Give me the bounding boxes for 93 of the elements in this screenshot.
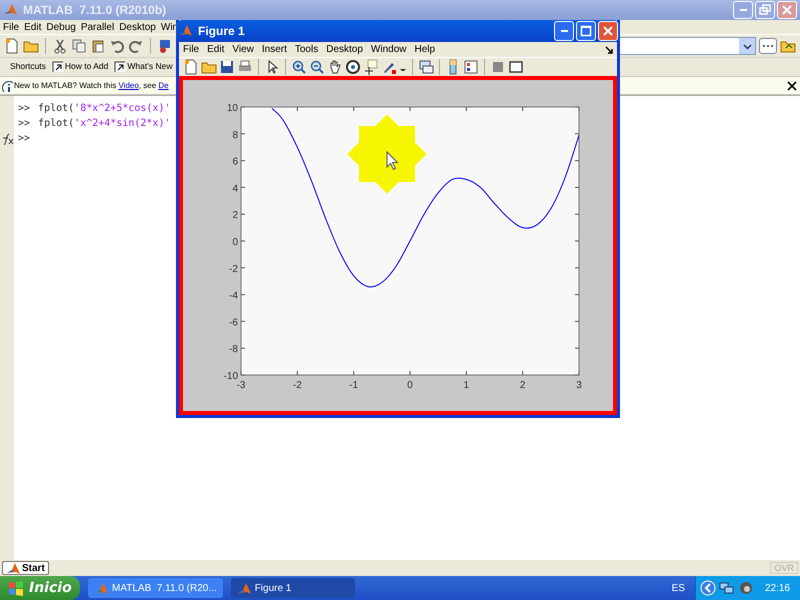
x-tick-label: 3 bbox=[576, 380, 582, 391]
window-title: MATLAB 7.11.0 (R2010b) bbox=[23, 3, 166, 17]
matlab-logo-icon bbox=[6, 561, 20, 575]
y-tick-label: -10 bbox=[224, 371, 238, 382]
menu-item[interactable]: Window bbox=[370, 44, 406, 55]
y-tick-label: 8 bbox=[232, 130, 238, 141]
y-tick-label: 6 bbox=[232, 156, 238, 168]
close-icon bbox=[781, 4, 793, 16]
prompt: >> bbox=[18, 102, 30, 114]
menu-item[interactable]: Parallel bbox=[80, 22, 114, 32]
y-tick-label: 4 bbox=[232, 183, 238, 194]
command-text: fplot('x^2+4*sin(2*x)' bbox=[38, 118, 170, 128]
info-message: New to MATLAB? Watch this Video, see De bbox=[14, 81, 169, 90]
menu-item[interactable]: Debug bbox=[46, 22, 76, 32]
y-tick-label: 10 bbox=[226, 103, 238, 114]
menu-item[interactable]: Desktop bbox=[326, 44, 363, 55]
browse-button[interactable] bbox=[759, 38, 777, 54]
prompt: >> bbox=[18, 118, 30, 128]
taskbar-button[interactable]: Figure 1 bbox=[230, 578, 355, 598]
ellipsis-icon bbox=[762, 44, 774, 48]
mouse-pointer-icon bbox=[386, 150, 399, 170]
network-icon[interactable] bbox=[718, 580, 735, 596]
window-icon[interactable] bbox=[508, 59, 524, 75]
menu-item[interactable]: File bbox=[183, 44, 200, 55]
matlab-logo-icon bbox=[3, 2, 19, 18]
function-icon[interactable] bbox=[0, 131, 14, 145]
x-tick-label: -3 bbox=[236, 380, 246, 391]
matlab-logo-icon bbox=[236, 581, 251, 595]
save-icon[interactable] bbox=[219, 59, 235, 75]
y-tick-label: -8 bbox=[229, 344, 238, 356]
shortcut-button[interactable]: How to Add bbox=[50, 60, 108, 72]
cut-icon[interactable] bbox=[52, 38, 68, 54]
y-tick-label: -2 bbox=[229, 264, 238, 275]
menu-item[interactable]: Help bbox=[414, 44, 436, 55]
zoom-out-icon[interactable] bbox=[309, 59, 325, 75]
new-file-icon[interactable] bbox=[183, 59, 199, 75]
copy-icon[interactable] bbox=[71, 38, 87, 54]
window-title: Figure 1 bbox=[198, 24, 245, 38]
chevron-icon[interactable] bbox=[700, 580, 716, 596]
matlab-logo-icon bbox=[94, 581, 108, 595]
undo-icon[interactable] bbox=[109, 38, 125, 54]
shortcuts-label: Shortcuts bbox=[10, 61, 46, 71]
minimize-icon bbox=[740, 9, 746, 11]
dropdown-button[interactable] bbox=[739, 38, 755, 54]
y-tick-label: 0 bbox=[232, 237, 238, 248]
shortcut-icon bbox=[50, 60, 63, 72]
menu-item[interactable]: Edit bbox=[207, 44, 224, 55]
redo-icon[interactable] bbox=[128, 38, 144, 54]
y-tick-label: -6 bbox=[229, 317, 238, 328]
menu-item[interactable]: Desktop bbox=[119, 22, 156, 32]
menu-item[interactable]: Insert bbox=[262, 44, 287, 55]
command-text: fplot('8*x^2+5*cos(x)' bbox=[38, 102, 170, 114]
close-icon bbox=[602, 25, 614, 37]
minimize-button[interactable] bbox=[554, 21, 574, 41]
info-icon bbox=[1, 80, 13, 92]
x-tick-label: -2 bbox=[292, 380, 302, 391]
y-tick-label: -4 bbox=[229, 290, 238, 302]
x-tick-label: 2 bbox=[520, 380, 526, 391]
menu-item[interactable]: Tools bbox=[294, 44, 318, 55]
x-tick-label: -1 bbox=[349, 380, 358, 391]
start-menu-button[interactable]: Inicio bbox=[0, 576, 80, 600]
menu-item[interactable]: View bbox=[232, 44, 254, 55]
dock-arrow-icon[interactable] bbox=[605, 46, 613, 54]
x-tick-label: 0 bbox=[407, 380, 413, 391]
new-file-icon[interactable] bbox=[4, 38, 20, 54]
close-icon[interactable] bbox=[785, 78, 799, 92]
windows-logo-icon bbox=[8, 580, 24, 596]
paste-icon[interactable] bbox=[90, 38, 106, 54]
maximize-icon bbox=[580, 25, 592, 37]
matlab-logo-icon bbox=[178, 23, 194, 39]
menu-item[interactable]: Edit bbox=[24, 22, 42, 32]
start-button[interactable]: Start bbox=[2, 561, 49, 575]
y-tick-label: 2 bbox=[232, 210, 238, 222]
taskbar-button[interactable]: MATLAB 7.11.0 (R20... bbox=[88, 578, 223, 598]
zoom-in-icon[interactable] bbox=[291, 59, 307, 75]
legend-icon[interactable] bbox=[463, 59, 479, 75]
video-link[interactable]: Video bbox=[118, 81, 139, 90]
minimize-icon bbox=[560, 30, 568, 32]
language-indicator[interactable]: ES bbox=[672, 582, 685, 594]
shortcut-icon bbox=[113, 60, 126, 72]
clock: 22:16 bbox=[764, 582, 790, 594]
speaker-icon[interactable] bbox=[738, 580, 754, 596]
link[interactable]: De bbox=[158, 81, 169, 90]
prompt: >> bbox=[18, 132, 30, 144]
restore-icon bbox=[759, 4, 771, 16]
menu-item[interactable]: File bbox=[3, 22, 20, 32]
shortcut-button[interactable]: What's New bbox=[113, 60, 172, 72]
close-button[interactable] bbox=[598, 21, 618, 41]
x-tick-label: 1 bbox=[464, 380, 470, 391]
chevron-icon bbox=[742, 42, 752, 50]
overwrite-indicator: OVR bbox=[770, 562, 798, 574]
maximize-button[interactable] bbox=[576, 21, 596, 41]
data-cursor-icon[interactable] bbox=[363, 59, 379, 75]
